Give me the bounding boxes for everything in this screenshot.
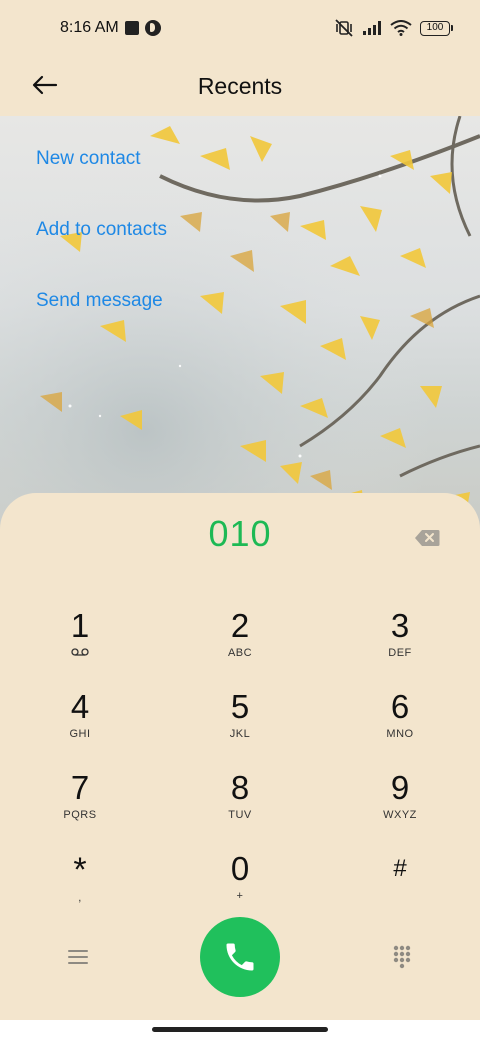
key-digit: 3 xyxy=(390,607,410,644)
send-message-link[interactable]: Send message xyxy=(36,290,163,312)
key-letters: , xyxy=(78,892,82,904)
wallpaper: New contact Add to contacts Send message xyxy=(0,116,480,536)
key-letters: GHI xyxy=(69,728,91,740)
add-to-contacts-link[interactable]: Add to contacts xyxy=(36,219,167,241)
app-header: Recents xyxy=(0,56,480,116)
status-time: 8:16 AM xyxy=(60,19,119,36)
wifi-icon xyxy=(390,20,412,36)
key-9[interactable]: 9 WXYZ xyxy=(345,769,455,839)
key-letters: ABC xyxy=(227,647,253,659)
key-letters: TUV xyxy=(228,809,252,821)
square-notification-icon xyxy=(124,21,139,35)
menu-icon[interactable] xyxy=(66,945,90,969)
ginkgo-wallpaper-image xyxy=(0,116,480,536)
system-nav-bar xyxy=(0,1020,480,1040)
key-hash[interactable]: # xyxy=(345,850,455,920)
page-title: Recents xyxy=(197,72,283,99)
key-letters: MNO xyxy=(386,728,414,740)
key-letters: WXYZ xyxy=(383,809,417,821)
status-bar: 8:16 AM 100 xyxy=(0,0,480,56)
key-0[interactable]: 0 + xyxy=(185,850,295,920)
arrow-left-icon xyxy=(32,75,58,95)
keypad-grid-icon[interactable] xyxy=(392,945,412,969)
voicemail-icon xyxy=(25,647,135,661)
circle-notification-icon xyxy=(144,20,161,36)
key-digit: 0 xyxy=(230,850,250,887)
key-letters: + xyxy=(236,890,244,902)
vibrate-off-icon xyxy=(335,19,353,37)
key-digit: 6 xyxy=(390,688,410,725)
battery-icon: 100 xyxy=(420,20,453,36)
key-digit: 7 xyxy=(70,769,90,806)
back-button[interactable] xyxy=(28,68,62,102)
key-7[interactable]: 7 PQRS xyxy=(25,769,135,839)
key-digit: 9 xyxy=(390,769,410,806)
new-contact-link[interactable]: New contact xyxy=(36,148,141,170)
key-digit: 8 xyxy=(230,769,250,806)
key-digit: * xyxy=(73,851,87,889)
key-2[interactable]: 2 ABC xyxy=(185,607,295,677)
dialed-number: 010 xyxy=(208,513,272,554)
key-letters: PQRS xyxy=(63,809,97,821)
key-letters: DEF xyxy=(388,647,412,659)
key-6[interactable]: 6 MNO xyxy=(345,688,455,758)
key-digit: # xyxy=(393,855,407,882)
key-star[interactable]: * , xyxy=(25,850,135,920)
key-3[interactable]: 3 DEF xyxy=(345,607,455,677)
key-1[interactable]: 1 xyxy=(25,607,135,677)
backspace-icon[interactable] xyxy=(414,529,440,547)
signal-icon xyxy=(363,21,381,35)
key-8[interactable]: 8 TUV xyxy=(185,769,295,839)
key-digit: 5 xyxy=(230,688,250,725)
home-indicator[interactable] xyxy=(152,1027,328,1032)
key-digit: 4 xyxy=(70,688,90,725)
status-icons: 100 xyxy=(334,19,453,37)
call-button[interactable] xyxy=(200,917,280,997)
key-4[interactable]: 4 GHI xyxy=(25,688,135,758)
key-5[interactable]: 5 JKL xyxy=(185,688,295,758)
dialer-actions xyxy=(0,917,480,997)
phone-icon xyxy=(226,943,254,971)
key-letters xyxy=(345,890,455,904)
dialpad-sheet: 010 1 2 ABC 3 DEF 4 GHI 5 JKL 6 MNO 7 PQ… xyxy=(0,493,480,1023)
key-digit: 2 xyxy=(230,607,250,644)
key-letters: JKL xyxy=(229,728,251,740)
key-digit: 1 xyxy=(70,607,90,644)
